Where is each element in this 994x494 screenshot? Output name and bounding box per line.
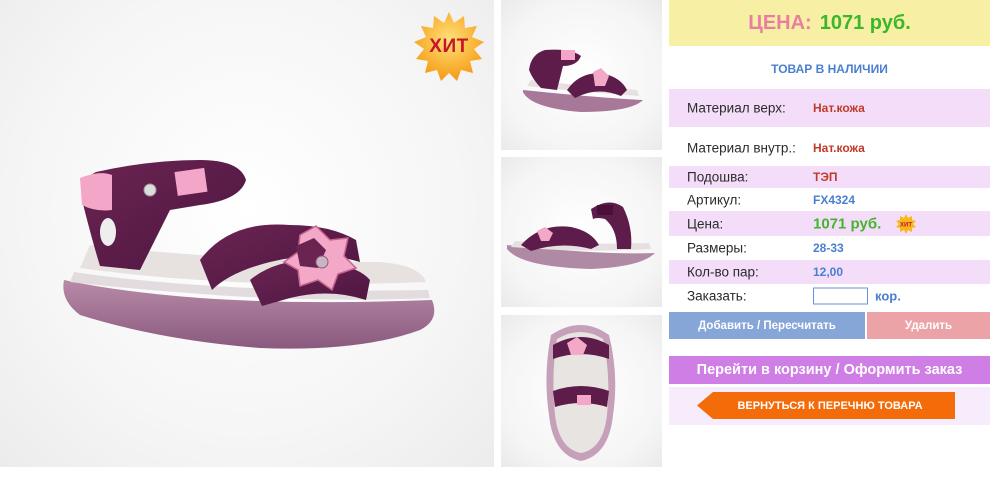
spec-row-sizes: Размеры: 28-33 — [669, 236, 990, 260]
sandal-thumb-angle — [507, 202, 655, 269]
spec-key: Цена: — [687, 216, 724, 231]
spec-row-pairs-count: Кол-во пар: 12,00 — [669, 260, 990, 284]
spec-row-sole: Подошва: ТЭП — [669, 166, 990, 188]
order-row: Заказать: кор. — [669, 284, 990, 308]
order-label: Заказать: — [687, 288, 747, 304]
thumbnail-2[interactable] — [501, 157, 662, 307]
spec-key: Подошва: — [687, 169, 749, 185]
stock-status: ТОВАР В НАЛИЧИИ — [771, 62, 888, 76]
spec-key: Кол-во пар: — [687, 264, 759, 280]
sandal-thumb-top — [546, 325, 616, 461]
price-header: ЦЕНА: 1071 руб. — [669, 0, 990, 46]
go-to-cart-button[interactable]: Перейти в корзину / Оформить заказ — [669, 356, 990, 384]
price-header-value: 1071 руб. — [819, 11, 911, 34]
price-header-label: ЦЕНА: — [748, 11, 812, 34]
sandal-thumb-side — [523, 49, 643, 112]
hit-mini-icon: ХИТ — [896, 213, 916, 234]
thumbnail-1[interactable] — [501, 0, 662, 150]
spec-row-price: Цена: 1071 руб. ХИТ — [669, 211, 990, 236]
spec-row-inner-material: Материал внутр.: Нат.кожа — [669, 130, 990, 166]
spec-value: ТЭП — [813, 170, 838, 184]
spec-value: Нат.кожа — [813, 141, 865, 155]
order-unit: кор. — [875, 288, 901, 304]
hit-mini-label: ХИТ — [900, 222, 912, 228]
spec-value: 12,00 — [813, 265, 844, 279]
spec-row-article: Артикул: FX4324 — [669, 188, 990, 211]
main-product-photo[interactable]: ХИТ — [0, 0, 494, 467]
back-button-container: ВЕРНУТЬСЯ К ПЕРЕЧНЮ ТОВАРА — [669, 387, 990, 425]
back-to-list-button[interactable]: ВЕРНУТЬСЯ К ПЕРЕЧНЮ ТОВАРА — [697, 392, 955, 419]
spec-value: Нат.кожа — [813, 101, 865, 115]
order-quantity-input[interactable] — [813, 287, 868, 305]
spec-key: Материал верх: — [687, 100, 786, 116]
hit-badge: ХИТ — [412, 10, 486, 84]
spec-row-upper-material: Материал верх: Нат.кожа — [669, 89, 990, 127]
hit-badge-label: ХИТ — [429, 36, 469, 57]
spec-key: Материал внутр.: — [687, 140, 796, 156]
spec-key: Артикул: — [687, 192, 742, 207]
add-recalculate-button[interactable]: Добавить / Пересчитать — [669, 312, 865, 339]
thumbnail-3[interactable] — [501, 315, 662, 467]
spec-value: 1071 руб. — [813, 215, 882, 232]
spec-value: FX4324 — [813, 192, 856, 207]
delete-button[interactable]: Удалить — [867, 312, 990, 339]
spec-value: 28-33 — [813, 241, 844, 255]
spec-key: Размеры: — [687, 240, 747, 256]
